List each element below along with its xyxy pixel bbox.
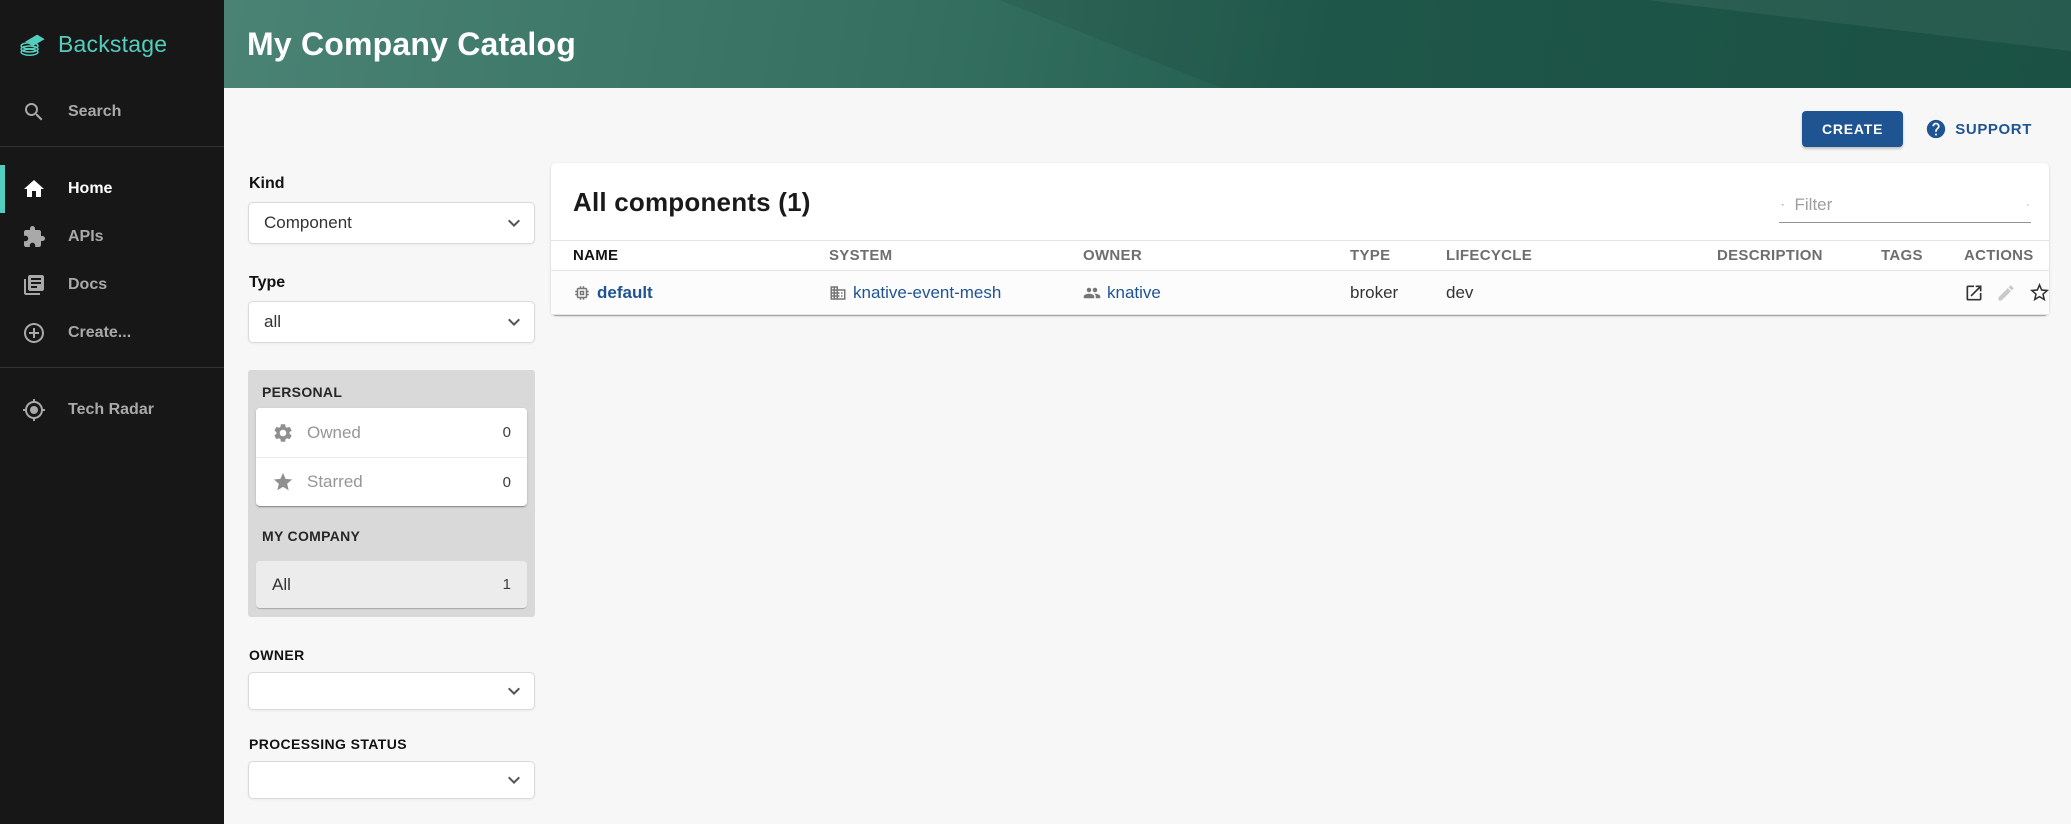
sidebar-item-label: APIs — [68, 228, 104, 246]
help-icon — [1925, 118, 1947, 140]
chevron-down-icon — [502, 679, 526, 703]
column-header-actions: ACTIONS — [1964, 247, 2056, 264]
filter-starred[interactable]: Starred 0 — [256, 457, 527, 506]
backstage-logo[interactable]: Backstage — [0, 0, 224, 88]
add-circle-icon — [22, 321, 46, 345]
support-label: SUPPORT — [1955, 121, 2032, 138]
clear-filter-icon[interactable] — [2026, 194, 2030, 216]
sidebar-item-label: Search — [68, 103, 121, 121]
component-chip-icon — [573, 284, 591, 302]
star-border-icon[interactable] — [2028, 281, 2051, 304]
owner-select[interactable] — [248, 672, 535, 710]
sidebar-item-search[interactable]: Search — [0, 88, 224, 136]
filter-owned[interactable]: Owned 0 — [256, 408, 527, 457]
filter-list-icon — [1781, 194, 1785, 216]
sidebar-divider — [0, 146, 224, 147]
column-header-description[interactable]: DESCRIPTION — [1717, 247, 1881, 264]
actions-row: CREATE SUPPORT — [1802, 111, 2032, 147]
cell-lifecycle: dev — [1446, 283, 1717, 303]
kind-select-value: Component — [264, 213, 352, 233]
docs-icon — [22, 273, 46, 297]
catalog-table: NAME SYSTEM OWNER TYPE LIFECYCLE DESCRIP… — [551, 240, 2049, 315]
chevron-down-icon — [502, 310, 526, 334]
processing-status-label: PROCESSING STATUS — [249, 736, 535, 752]
brand-name: Backstage — [58, 31, 167, 58]
backstage-logo-icon — [18, 28, 50, 60]
sidebar-item-label: Create... — [68, 324, 131, 342]
page-header: My Company Catalog — [224, 0, 2071, 88]
sidebar: Backstage Search Home APIs Docs — [0, 0, 224, 824]
content-area: CREATE SUPPORT Kind Component Type all — [224, 88, 2071, 824]
entity-picker-card: PERSONAL Owned 0 Starred 0 MY — [248, 370, 535, 617]
sidebar-item-label: Docs — [68, 276, 107, 294]
gear-icon — [272, 422, 294, 444]
owned-count: 0 — [503, 424, 511, 441]
sidebar-item-create[interactable]: Create... — [0, 309, 224, 357]
all-label: All — [272, 575, 503, 595]
cell-owner: knative — [1083, 283, 1350, 303]
sidebar-item-tech-radar[interactable]: Tech Radar — [0, 386, 224, 434]
main-area: My Company Catalog CREATE SUPPORT Kind C… — [224, 0, 2071, 824]
radar-icon — [22, 398, 46, 422]
column-header-tags[interactable]: TAGS — [1881, 247, 1964, 264]
support-button[interactable]: SUPPORT — [1925, 118, 2032, 140]
chevron-down-icon — [502, 768, 526, 792]
personal-picker: Owned 0 Starred 0 — [256, 408, 527, 506]
table-filter — [1779, 189, 2031, 223]
table-header-row: NAME SYSTEM OWNER TYPE LIFECYCLE DESCRIP… — [551, 240, 2049, 271]
home-icon — [22, 177, 46, 201]
processing-status-select[interactable] — [248, 761, 535, 799]
table-row: default knative-event-mesh knative broke… — [551, 271, 2049, 315]
cell-type: broker — [1350, 283, 1446, 303]
sidebar-item-label: Tech Radar — [68, 401, 154, 419]
chevron-down-icon — [502, 211, 526, 235]
kind-select[interactable]: Component — [248, 202, 535, 244]
owner-link[interactable]: knative — [1107, 283, 1161, 303]
starred-count: 0 — [503, 474, 511, 491]
edit-icon[interactable] — [1996, 283, 2016, 303]
catalog-card-header: All components (1) — [551, 163, 2049, 223]
system-link[interactable]: knative-event-mesh — [853, 283, 1001, 303]
type-label: Type — [249, 274, 535, 292]
owner-filter-label: OWNER — [249, 647, 535, 663]
starred-label: Starred — [307, 472, 503, 492]
owned-label: Owned — [307, 423, 503, 443]
all-count: 1 — [503, 576, 511, 593]
sidebar-item-apis[interactable]: APIs — [0, 213, 224, 261]
table-filter-input[interactable] — [1795, 195, 2016, 215]
sidebar-item-docs[interactable]: Docs — [0, 261, 224, 309]
type-select-value: all — [264, 312, 281, 332]
column-header-type[interactable]: TYPE — [1350, 247, 1446, 264]
column-header-name[interactable]: NAME — [551, 247, 829, 264]
create-button[interactable]: CREATE — [1802, 111, 1903, 147]
personal-header: PERSONAL — [256, 378, 527, 408]
catalog-card: All components (1) NAME SYSTEM OWNER TYP… — [551, 163, 2049, 315]
column-header-system[interactable]: SYSTEM — [829, 247, 1083, 264]
cell-system: knative-event-mesh — [829, 283, 1083, 303]
my-company-header: MY COMPANY — [256, 506, 527, 552]
puzzle-icon — [22, 225, 46, 249]
kind-label: Kind — [249, 175, 535, 193]
sidebar-item-home[interactable]: Home — [0, 165, 224, 213]
catalog-title: All components (1) — [573, 187, 811, 218]
sidebar-item-label: Home — [68, 180, 112, 198]
sidebar-divider — [0, 367, 224, 368]
filters-panel: Kind Component Type all PERSONAL Owned — [248, 163, 535, 799]
entity-link-default[interactable]: default — [597, 283, 653, 303]
column-header-owner[interactable]: OWNER — [1083, 247, 1350, 264]
cell-name: default — [551, 283, 829, 303]
open-in-new-icon[interactable] — [1964, 283, 1984, 303]
column-header-lifecycle[interactable]: LIFECYCLE — [1446, 247, 1717, 264]
filter-all[interactable]: All 1 — [256, 561, 527, 608]
page-title: My Company Catalog — [224, 0, 2071, 88]
search-icon — [22, 100, 46, 124]
owner-group-icon — [1083, 284, 1101, 302]
sidebar-nav: Search Home APIs Docs Create... — [0, 88, 224, 434]
cell-actions — [1964, 281, 2071, 304]
app-root: Backstage Search Home APIs Docs — [0, 0, 2071, 824]
type-select[interactable]: all — [248, 301, 535, 343]
star-icon — [272, 471, 294, 493]
system-domain-icon — [829, 284, 847, 302]
